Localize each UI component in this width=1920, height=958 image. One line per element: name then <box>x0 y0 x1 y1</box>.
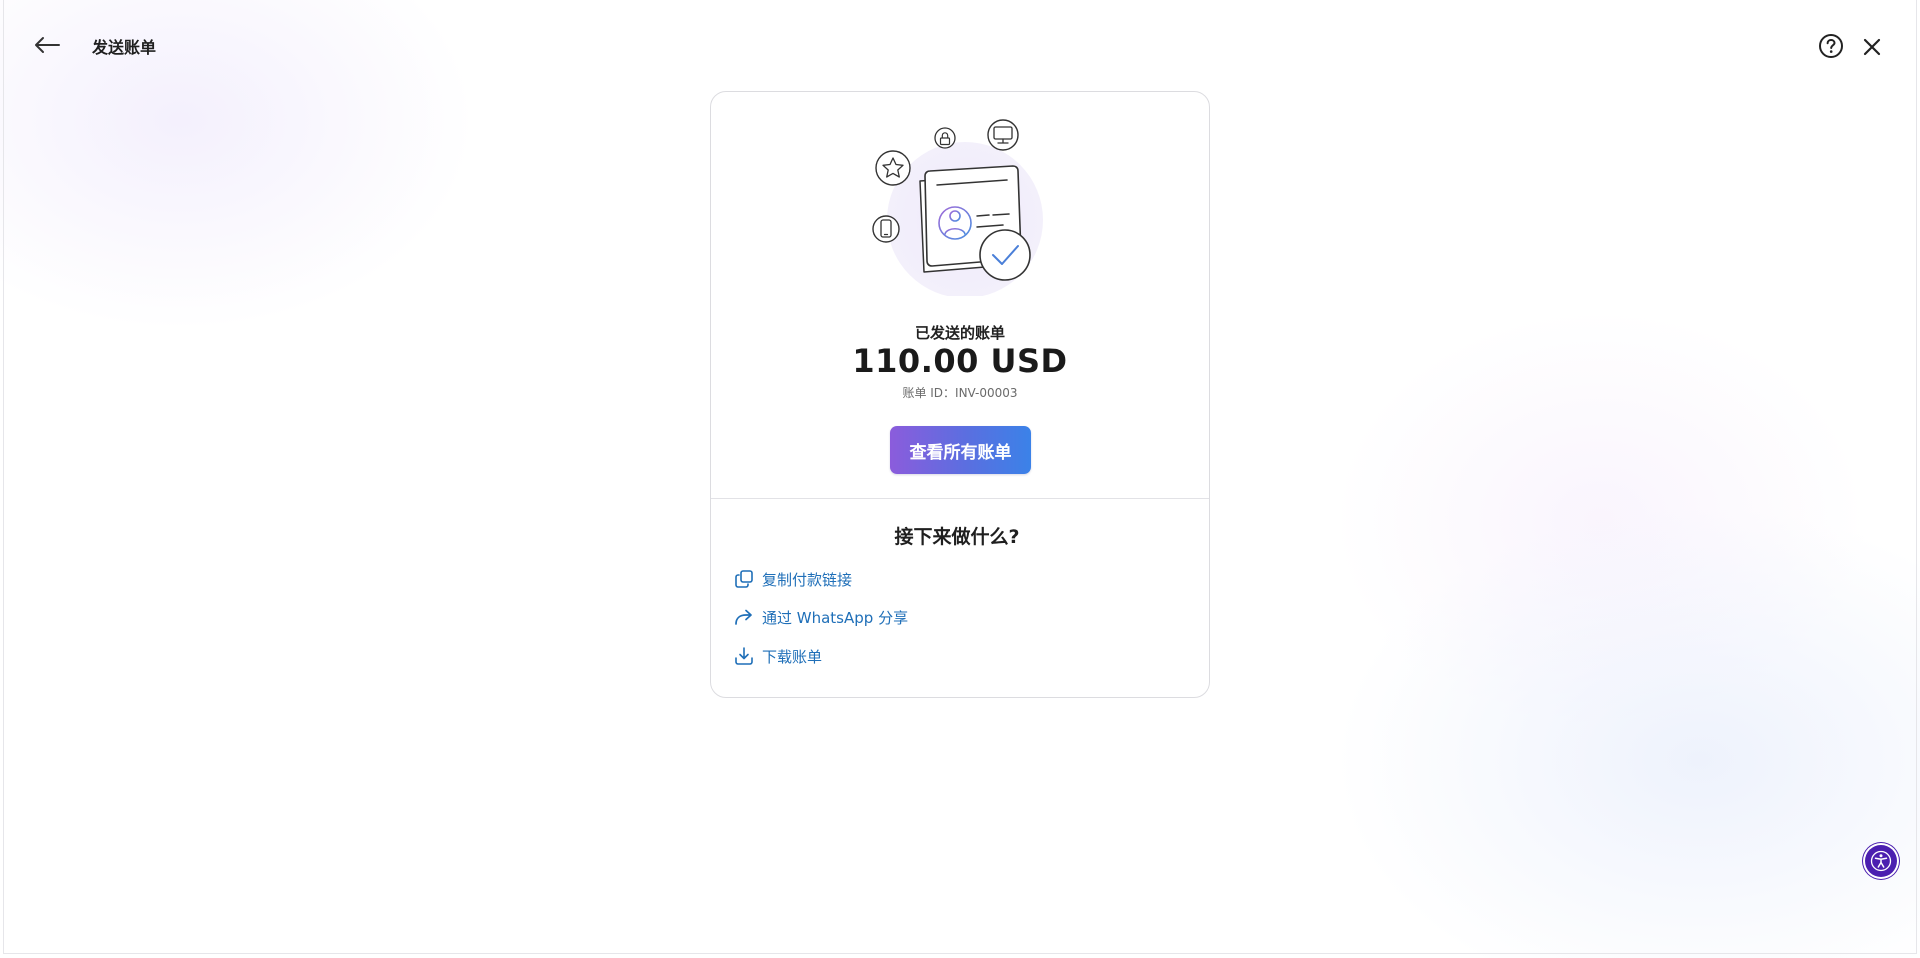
share-whatsapp-label: 通过 WhatsApp 分享 <box>762 608 909 627</box>
arrow-left-icon <box>35 37 60 53</box>
back-button[interactable] <box>30 30 64 60</box>
accessibility-icon <box>1870 850 1892 872</box>
next-steps-title: 接下来做什么? <box>894 526 1020 548</box>
download-invoice-label: 下载账单 <box>762 647 823 666</box>
invoice-sent-card: 已发送的账单 110.00 USD 账单 ID：INV-00003 查看所有账单… <box>710 91 1210 698</box>
divider <box>711 498 1209 499</box>
invoice-illustration <box>871 116 1051 298</box>
invoice-id: 账单 ID：INV-00003 <box>902 386 1018 400</box>
status-label: 已发送的账单 <box>914 324 1005 342</box>
download-invoice-action[interactable]: 下载账单 <box>734 644 822 668</box>
download-icon <box>735 647 753 665</box>
help-circle-icon <box>1819 34 1843 58</box>
invoice-amount: 110.00 USD <box>852 342 1068 380</box>
copy-payment-link-label: 复制付款链接 <box>762 570 853 589</box>
accessibility-button[interactable] <box>1865 845 1897 877</box>
star-icon <box>875 150 911 186</box>
copy-icon <box>735 570 753 588</box>
close-button[interactable] <box>1858 33 1886 61</box>
share-whatsapp-action[interactable]: 通过 WhatsApp 分享 <box>734 605 908 629</box>
close-icon <box>1863 38 1881 56</box>
view-all-invoices-button[interactable]: 查看所有账单 <box>890 426 1031 474</box>
share-icon <box>735 609 752 625</box>
monitor-icon <box>987 119 1019 151</box>
copy-payment-link-action[interactable]: 复制付款链接 <box>734 567 852 591</box>
check-icon <box>979 229 1031 281</box>
page-title: 发送账单 <box>92 38 157 57</box>
help-button[interactable] <box>1817 32 1845 60</box>
